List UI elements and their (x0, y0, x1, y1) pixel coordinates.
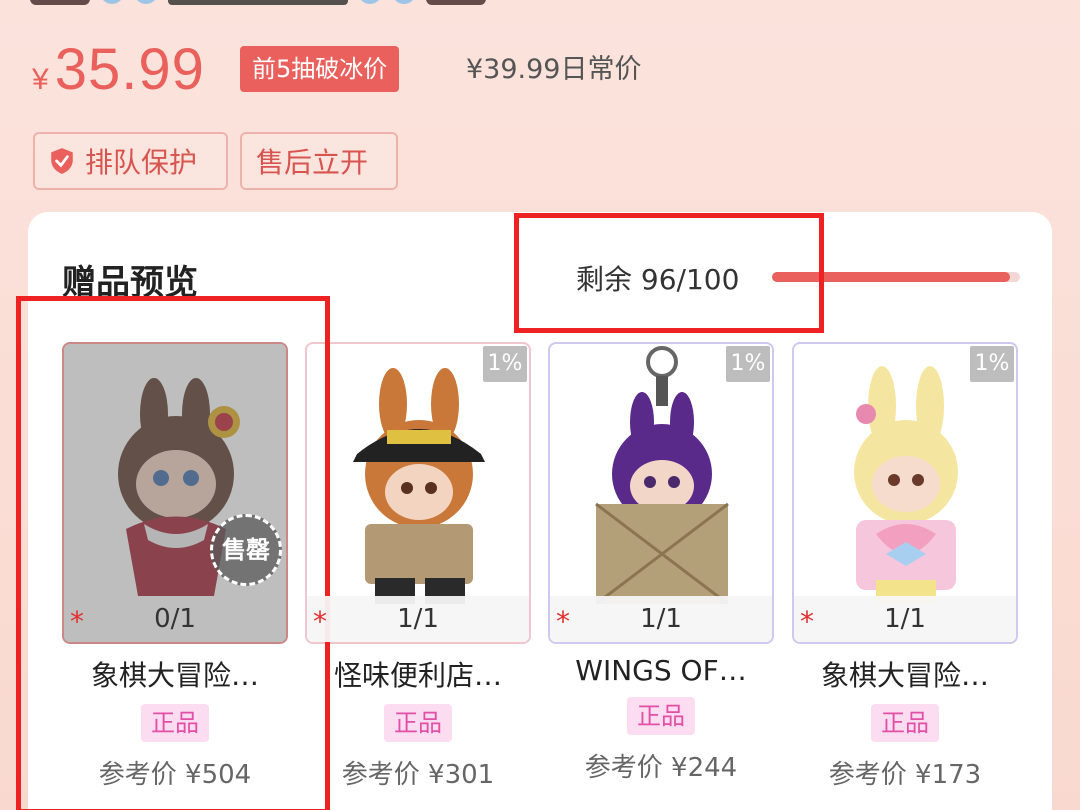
gift-reference-price: 参考价 ¥301 (341, 760, 495, 790)
sold-out-stamp: 售罄 (210, 514, 282, 586)
title-text-cutoff (168, 0, 348, 5)
promo-badge: 前5抽破冰价 (240, 46, 400, 92)
highlight-box-remaining (514, 213, 824, 333)
doll-image (353, 368, 485, 604)
gift-reference-price: 参考价 ¥173 (828, 760, 982, 790)
currency-symbol: ¥ (32, 63, 49, 96)
highlight-box-sold-gift (16, 296, 330, 810)
gift-item[interactable]: 1% * 1/1 WINGS OF… 正品 参考价 ¥244 (548, 342, 774, 784)
tag-label: 排队保护 (85, 146, 198, 179)
title-emoji-icon (426, 0, 486, 5)
probability-badge: 1% (726, 346, 770, 382)
gift-stock: 1/1 (794, 596, 1016, 642)
gift-item[interactable]: 1% * 1/1 怪味便利店… 正品 参考价 ¥301 (305, 342, 531, 791)
current-price: 35.99 (54, 37, 205, 102)
price-row: ¥ 35.99 (32, 36, 205, 106)
title-emoji-icon (392, 0, 416, 4)
gift-stock: 1/1 (307, 596, 529, 642)
after-sale-tag[interactable]: 售后立开 (240, 132, 398, 190)
tag-label: 售后立开 (256, 146, 369, 179)
product-title-strip (30, 0, 750, 6)
gift-stock: 1/1 (550, 596, 772, 642)
gift-item[interactable]: 1% * 1/1 象棋大冒险… 正品 参考价 ¥173 (792, 342, 1018, 791)
title-emoji-icon (100, 0, 124, 4)
title-emoji-icon (358, 0, 382, 4)
gift-name: 怪味便利店… (333, 659, 502, 692)
title-emoji-icon (30, 0, 90, 5)
queue-protection-tag[interactable]: 排队保护 (33, 132, 228, 190)
doll-image (595, 346, 729, 604)
genuine-badge: 正品 (871, 704, 939, 742)
title-emoji-icon (134, 0, 158, 4)
shield-icon (51, 148, 73, 174)
probability-badge: 1% (483, 346, 527, 382)
required-star-icon: * (70, 605, 84, 638)
required-star-icon: * (313, 605, 327, 638)
gift-image: 1% * 1/1 (792, 342, 1018, 644)
genuine-badge: 正品 (627, 697, 695, 735)
gift-reference-price: 参考价 ¥244 (584, 753, 738, 783)
doll-image (854, 366, 958, 604)
gift-name: WINGS OF… (575, 654, 747, 687)
regular-price: ¥39.99日常价 (466, 54, 642, 85)
gift-name: 象棋大冒险… (820, 659, 989, 692)
gift-image: 1% * 1/1 (305, 342, 531, 644)
genuine-badge: 正品 (384, 704, 452, 742)
gift-image: 1% * 1/1 (548, 342, 774, 644)
required-star-icon: * (556, 605, 570, 638)
gift-stock: 0/1 (64, 596, 286, 642)
required-star-icon: * (800, 605, 814, 638)
probability-badge: 1% (970, 346, 1014, 382)
